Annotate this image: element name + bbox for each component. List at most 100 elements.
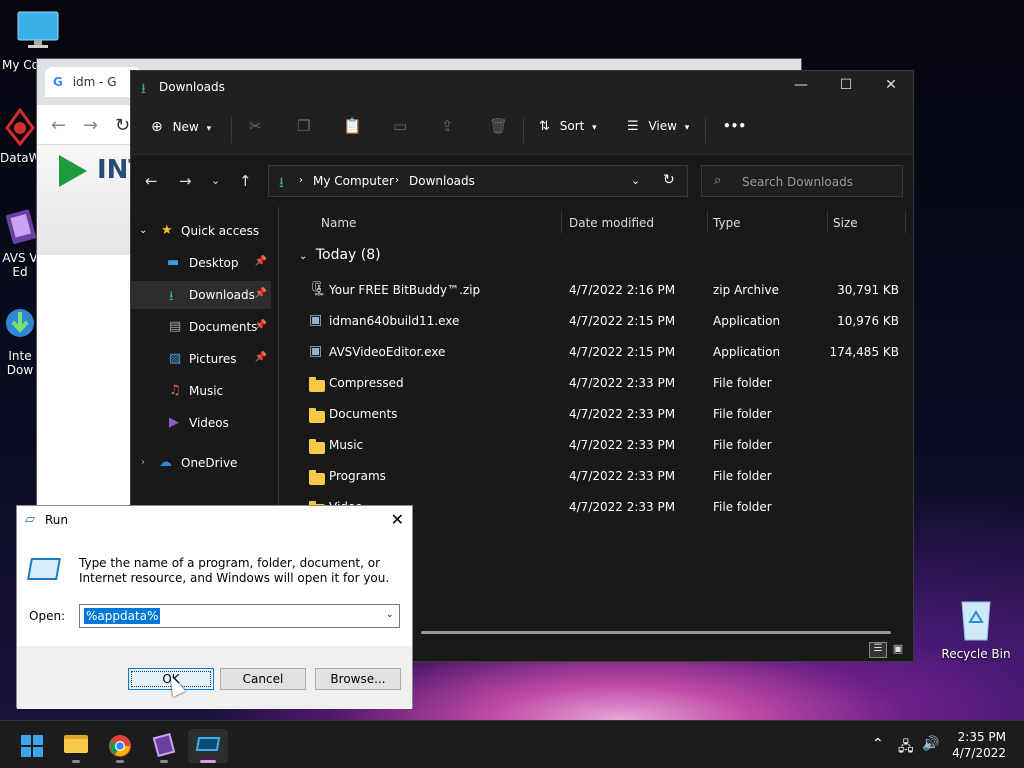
chrome-tab[interactable]: G idm - G (45, 67, 141, 97)
nav-onedrive[interactable]: › ☁ OneDrive (131, 449, 271, 477)
file-row[interactable]: ▣ idman640build11.exe 4/7/2022 2:15 PM Appl… (289, 308, 909, 336)
browse-button[interactable]: Browse... (315, 668, 401, 690)
explorer-toolbar: ⊕ New ▾ ✂ ❐ 📋 ▭ ⇪ 🗑 ⇅ Sort ▾ ☰ View ▾ ••… (131, 103, 913, 155)
up-button[interactable]: ↑ (239, 172, 252, 190)
group-header-today[interactable]: ⌄ Today (8) (299, 247, 381, 263)
file-date: 4/7/2022 2:15 PM (569, 314, 676, 328)
file-row[interactable]: 🗜 Your FREE BitBuddy™.zip 4/7/2022 2:16 PM… (289, 277, 909, 305)
nav-pictures[interactable]: ▨ Pictures 📌 (131, 345, 271, 373)
file-row[interactable]: Compressed 4/7/2022 2:33 PM File folder (289, 370, 909, 398)
file-row[interactable]: Music 4/7/2022 2:33 PM File folder (289, 432, 909, 460)
chevron-up-icon[interactable]: ⌃ (872, 736, 884, 752)
column-header-name[interactable]: Name (321, 216, 356, 230)
view-icon: ☰ (627, 119, 639, 134)
taskbar-file-explorer[interactable] (56, 729, 96, 763)
new-button[interactable]: ⊕ New ▾ (151, 119, 211, 135)
column-separator[interactable] (827, 211, 828, 233)
breadcrumb-downloads[interactable]: Downloads (409, 174, 475, 188)
chevron-down-icon[interactable]: ⌄ (631, 174, 640, 187)
sort-button[interactable]: ⇅ Sort ▾ (539, 119, 597, 134)
tiles-view-icon[interactable]: ▣ (889, 642, 907, 658)
nav-desktop-label: Desktop (189, 256, 239, 270)
close-button[interactable]: ✕ (881, 77, 901, 93)
recent-locations-button[interactable]: ⌄ (211, 174, 220, 187)
chevron-down-icon: ⌄ (139, 225, 148, 236)
breadcrumb-my-computer[interactable]: My Computer (313, 174, 394, 188)
delete-button[interactable]: 🗑 (489, 117, 508, 135)
file-type: Application (713, 345, 781, 359)
more-options-button[interactable]: ••• (723, 119, 746, 133)
chevron-down-icon[interactable]: ⌄ (386, 609, 394, 620)
details-view-icon[interactable]: ☰ (869, 642, 887, 658)
nav-documents[interactable]: ▤ Documents 📌 (131, 313, 271, 341)
run-titlebar[interactable]: ▱ Run ✕ (17, 506, 412, 534)
pin-icon: 📌 (254, 288, 267, 299)
nav-music[interactable]: ♫ Music (131, 377, 271, 405)
taskbar-run[interactable] (188, 729, 228, 763)
file-row[interactable]: Documents 4/7/2022 2:33 PM File folder (289, 401, 909, 429)
desktop-icon-idm[interactable]: Inte Dow (0, 306, 40, 377)
maximize-button[interactable]: ☐ (836, 77, 856, 93)
file-row[interactable]: ▣ AVSVideoEditor.exe 4/7/2022 2:15 PM Appli… (289, 339, 909, 367)
address-bar[interactable]: ⭳ › My Computer › Downloads ⌄ ↻ (268, 165, 688, 197)
taskbar-chrome[interactable] (100, 729, 140, 763)
minimize-button[interactable]: — (791, 77, 811, 93)
forward-button[interactable]: → (179, 172, 192, 190)
reload-icon[interactable]: ↻ (115, 115, 130, 136)
column-header-date[interactable]: Date modified (569, 216, 654, 230)
run-dialog[interactable]: ▱ Run ✕ Type the name of a program, fold… (16, 505, 413, 709)
column-header-type[interactable]: Type (713, 216, 741, 230)
nav-downloads[interactable]: ⭳ Downloads 📌 (131, 281, 271, 309)
back-icon[interactable]: ← (51, 115, 66, 136)
back-button[interactable]: ← (145, 172, 158, 190)
open-combobox[interactable]: %appdata% ⌄ (79, 604, 400, 628)
column-separator[interactable] (905, 211, 906, 233)
google-icon: G (53, 75, 63, 89)
copy-button[interactable]: ❐ (297, 117, 310, 135)
view-button[interactable]: ☰ View ▾ (627, 119, 689, 134)
explorer-titlebar[interactable]: ⭳ Downloads — ☐ ✕ (131, 71, 913, 103)
share-button[interactable]: ⇪ (441, 117, 454, 135)
cut-button[interactable]: ✂ (249, 117, 262, 135)
file-name: Music (329, 438, 364, 452)
exe-file-icon: ▣ (309, 343, 323, 359)
running-indicator (160, 760, 168, 763)
column-separator[interactable] (561, 211, 562, 233)
volume-icon[interactable]: 🔊 (922, 736, 939, 752)
paste-button[interactable]: 📋 (343, 117, 362, 135)
nav-desktop[interactable]: ▬ Desktop 📌 (131, 249, 271, 277)
forward-icon[interactable]: → (83, 115, 98, 136)
close-button[interactable]: ✕ (391, 510, 404, 529)
horizontal-scrollbar[interactable] (421, 631, 891, 634)
column-header-size[interactable]: Size (833, 216, 858, 230)
desktop-icon-label: AVS V Ed (2, 251, 38, 279)
rename-button[interactable]: ▭ (393, 117, 407, 135)
desktop-icon-my-computer[interactable]: My Co (2, 10, 74, 72)
desktop-icon-label: My Co (2, 58, 39, 72)
run-icon (195, 737, 221, 751)
desktop-icon-avs[interactable]: AVS V Ed (0, 208, 40, 279)
open-input-value[interactable]: %appdata% (84, 608, 161, 624)
file-row[interactable]: Programs 4/7/2022 2:33 PM File folder (289, 463, 909, 491)
clipboard-icon: 📋 (343, 117, 362, 135)
chevron-down-icon: ▾ (592, 123, 597, 133)
nav-quick-access[interactable]: ⌄ ★ Quick access (131, 217, 271, 245)
taskbar-avs-editor[interactable] (144, 729, 184, 763)
desktop-icon-recycle-bin[interactable]: Recycle Bin (940, 596, 1012, 661)
file-type: File folder (713, 500, 772, 514)
network-icon[interactable]: 🖧 (898, 736, 914, 760)
music-icon: ♫ (169, 383, 181, 398)
refresh-icon[interactable]: ↻ (663, 172, 675, 188)
file-size: 10,976 KB (837, 314, 899, 328)
file-size: 30,791 KB (837, 283, 899, 297)
start-button[interactable] (12, 729, 52, 763)
film-icon (152, 733, 176, 757)
system-clock[interactable]: 2:35 PM 4/7/2022 (952, 729, 1006, 761)
file-type: File folder (713, 376, 772, 390)
nav-videos[interactable]: ▶ Videos (131, 409, 271, 437)
search-box[interactable]: ⌕ Search Downloads (701, 165, 903, 197)
desktop-icon-datawatch[interactable]: DataW (0, 107, 41, 165)
cancel-button[interactable]: Cancel (220, 668, 306, 690)
column-separator[interactable] (707, 211, 708, 233)
zip-file-icon: 🗜 (309, 281, 327, 297)
